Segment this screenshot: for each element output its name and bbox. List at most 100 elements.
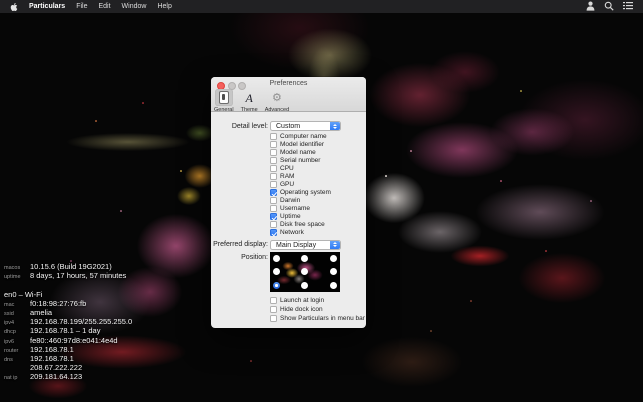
tab-general[interactable]: General [214, 89, 234, 113]
position-radio[interactable] [330, 268, 337, 275]
checkbox[interactable] [270, 181, 277, 188]
checkbox-row[interactable]: Show Particulars in menu bar [270, 314, 365, 323]
info-row: mac f0:18:98:27:76:fb [4, 299, 132, 308]
info-label: ssid [4, 311, 30, 317]
info-label: dns [4, 357, 30, 363]
checkbox-row[interactable]: Model identifier [270, 141, 331, 149]
menubar-menu-item[interactable]: Edit [98, 3, 110, 10]
info-value: 192.168.78.1 – 1 day [30, 326, 100, 335]
checkbox[interactable] [270, 197, 277, 204]
checkbox[interactable] [270, 157, 277, 164]
menubar-menu-item[interactable]: Help [157, 3, 171, 10]
position-radio[interactable] [301, 255, 308, 262]
checkbox[interactable] [270, 141, 277, 148]
gear-icon: ⚙ [272, 92, 282, 104]
info-value: 192.168.78.199/255.255.255.0 [30, 317, 132, 326]
checkbox-row[interactable]: Uptime [270, 213, 331, 221]
preferred-display-label: Preferred display: [211, 241, 268, 248]
info-row: router 192.168.78.1 [4, 345, 132, 354]
checkbox-row[interactable]: Network [270, 229, 331, 237]
position-label: Position: [211, 254, 268, 261]
preferences-window: Preferences General A Theme ⚙ Advanced [211, 77, 366, 328]
general-options-list: Launch at login Hide dock icon Show Part… [270, 296, 365, 323]
checkbox-row[interactable]: Model name [270, 149, 331, 157]
checkbox-label: Show Particulars in menu bar [280, 315, 365, 322]
info-value: f0:18:98:27:76:fb [30, 299, 86, 308]
info-row: uptime 8 days, 17 hours, 57 minutes [4, 271, 132, 280]
checkbox-row[interactable]: Darwin [270, 197, 331, 205]
position-radio[interactable] [273, 268, 280, 275]
menubar-app-name[interactable]: Particulars [29, 3, 65, 10]
position-preview [270, 252, 340, 292]
detail-level-dropdown[interactable]: Custom [270, 121, 341, 131]
tab-advanced[interactable]: ⚙ Advanced [265, 89, 289, 113]
checkbox-row[interactable]: Computer name [270, 133, 331, 141]
checkbox[interactable] [270, 133, 277, 140]
preferred-display-dropdown[interactable]: Main Display [270, 240, 341, 250]
info-value: 192.168.78.1 [30, 354, 74, 363]
notification-center-icon[interactable] [623, 1, 633, 12]
checkbox[interactable] [270, 213, 277, 220]
menubar-menu-item[interactable]: Window [122, 3, 147, 10]
checkbox[interactable] [270, 165, 277, 172]
tab-theme[interactable]: A Theme [241, 89, 258, 113]
position-radio[interactable] [273, 282, 280, 289]
checkbox[interactable] [270, 315, 277, 322]
checkbox-row[interactable]: Disk free space [270, 221, 331, 229]
menubar-menu-item[interactable]: File [76, 3, 87, 10]
checkbox[interactable] [270, 205, 277, 212]
info-value: amelia [30, 308, 52, 317]
checkbox-row[interactable]: GPU [270, 181, 331, 189]
position-radio[interactable] [301, 268, 308, 275]
search-icon[interactable] [604, 1, 614, 13]
info-label: mac [4, 302, 30, 308]
checkbox[interactable] [270, 173, 277, 180]
menu-bar: Particulars File Edit Window Help [0, 0, 643, 13]
info-label: macos [4, 265, 30, 271]
network-interface-header: en0 – Wi-Fi [4, 290, 132, 299]
position-radio-grid [270, 252, 340, 292]
info-label: nat ip [4, 375, 30, 381]
position-radio[interactable] [330, 255, 337, 262]
checkbox-row[interactable]: Launch at login [270, 296, 365, 305]
info-row: dhcp 192.168.78.1 – 1 day [4, 326, 132, 335]
checkbox-label: RAM [280, 173, 294, 180]
checkbox[interactable] [270, 229, 277, 236]
info-label: dhcp [4, 329, 30, 335]
checkbox[interactable] [270, 189, 277, 196]
checkbox-label: Model name [280, 149, 316, 156]
checkbox-label: Computer name [280, 133, 327, 140]
info-label: ipv4 [4, 320, 30, 326]
info-row: ipv6 fe80::460:97d8:e041:4e4d [4, 336, 132, 345]
general-device-icon [219, 91, 229, 104]
checkbox[interactable] [270, 297, 277, 304]
stepper-arrows-icon [330, 241, 340, 249]
stepper-arrows-icon [330, 122, 340, 130]
checkbox-row[interactable]: Operating system [270, 189, 331, 197]
checkbox-row[interactable]: RAM [270, 173, 331, 181]
checkbox-row[interactable]: Username [270, 205, 331, 213]
position-radio[interactable] [273, 255, 280, 262]
checkbox[interactable] [270, 221, 277, 228]
checkbox-label: CPU [280, 165, 294, 172]
checkbox[interactable] [270, 149, 277, 156]
checkbox-row[interactable]: Serial number [270, 157, 331, 165]
user-icon[interactable] [586, 1, 595, 13]
position-radio[interactable] [301, 282, 308, 289]
checkbox-row[interactable]: CPU [270, 165, 331, 173]
checkbox-label: Darwin [280, 197, 300, 204]
info-value: 209.181.64.123 [30, 372, 82, 381]
preferences-toolbar: General A Theme ⚙ Advanced [214, 89, 289, 113]
theme-letter-a-icon: A [245, 92, 252, 104]
checkbox-row[interactable]: Hide dock icon [270, 305, 365, 314]
position-radio[interactable] [330, 282, 337, 289]
apple-menu-icon[interactable] [10, 2, 18, 12]
checkbox[interactable] [270, 306, 277, 313]
preferred-display-value: Main Display [276, 242, 316, 249]
info-row: nat ip 209.181.64.123 [4, 372, 132, 381]
info-value: 192.168.78.1 [30, 345, 74, 354]
detail-options-list: Computer name Model identifier Model nam… [270, 133, 331, 237]
checkbox-label: Network [280, 229, 304, 236]
info-label: router [4, 348, 30, 354]
info-value: 208.67.222.222 [30, 363, 82, 372]
